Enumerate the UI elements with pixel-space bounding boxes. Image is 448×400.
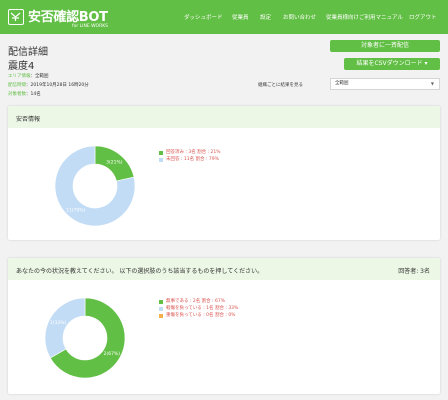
panel-header: あなたの今の状況を教えてください。 以下の選択肢のうち該当するものを押してくださ… xyxy=(8,258,440,280)
nav-dashboard[interactable]: ダッシュボード xyxy=(184,13,223,21)
donut-label-1: 11(79%) xyxy=(66,208,85,214)
donut-label-0: 3(21%) xyxy=(106,159,123,165)
status-donut-chart: 2(67%) 1(33%) xyxy=(44,297,126,379)
panel-title: あなたの今の状況を教えてください。 以下の選択肢のうち該当するものを押してくださ… xyxy=(16,268,264,275)
donut-slice-1 xyxy=(44,297,86,359)
legend-swatch xyxy=(159,306,163,311)
nav-settings[interactable]: 設定 xyxy=(260,13,271,21)
sort-label: 組織ごとに結果を見る xyxy=(258,83,303,88)
meta-date-value: ：2019年10月28日 16時20分 xyxy=(26,83,89,88)
legend-swatch xyxy=(159,157,163,162)
legend-item-unanswered: 未回答 : 11名 割合 : 79% xyxy=(159,156,221,163)
legend-swatch xyxy=(159,150,163,155)
nav-contact[interactable]: お問い合わせ xyxy=(283,13,316,21)
legend-item-answered: 回答済み : 3名 割合 : 21% xyxy=(159,149,221,156)
meta-target-label: 対象者数 xyxy=(8,92,26,97)
app-subtitle: for LINE WORKS xyxy=(72,24,109,29)
meta-area-label: エリア情報 xyxy=(8,74,31,79)
legend-label: 重傷を負っている : 0名 割合 : 0% xyxy=(166,313,236,318)
donut-label-1: 1(33%) xyxy=(50,320,67,326)
top-navbar: 安否確認BOT for LINE WORKS ダッシュボード 従業員 設定 お問… xyxy=(0,0,448,34)
legend-item-safe: 無事である : 2名 割合 : 67% xyxy=(159,298,238,305)
organization-select-value: 全範囲 xyxy=(335,81,349,86)
nav-logout[interactable]: ログアウト xyxy=(409,13,437,21)
safety-legend: 回答済み : 3名 割合 : 21% 未回答 : 11名 割合 : 79% xyxy=(159,149,221,163)
status-question-panel: あなたの今の状況を教えてください。 以下の選択肢のうち該当するものを押してくださ… xyxy=(8,258,440,394)
panel-title: 安否情報 xyxy=(16,116,41,123)
nav-manual[interactable]: 従業員様向けご利用マニュアル xyxy=(326,13,403,21)
app-title[interactable]: 安否確認BOT xyxy=(28,6,108,25)
status-legend: 無事である : 2名 割合 : 67% 軽傷を負っている : 1名 割合 : 3… xyxy=(159,298,238,319)
legend-label: 未回答 : 11名 割合 : 79% xyxy=(166,157,219,162)
legend-swatch xyxy=(159,299,163,304)
legend-label: 軽傷を負っている : 1名 割合 : 33% xyxy=(166,306,239,311)
safety-donut-chart: 3(21%) 11(79%) xyxy=(54,145,136,227)
panel-header: 安否情報 xyxy=(8,106,440,128)
legend-item-serious-injury: 重傷を負っている : 0名 割合 : 0% xyxy=(159,312,238,319)
meta-date-label: 配信時間 xyxy=(8,83,26,88)
meta-target-value: ：14名 xyxy=(26,92,41,97)
legend-label: 回答済み : 3名 割合 : 21% xyxy=(166,150,221,155)
organization-select[interactable]: 全範囲 ▼ xyxy=(330,78,440,90)
safety-info-panel: 安否情報 3(21%) 11(79%) 回答済み : 3名 割合 : 21% 未回… xyxy=(8,106,440,240)
meta-area-value: ：全範囲 xyxy=(30,74,49,79)
chevron-down-icon: ▼ xyxy=(430,81,434,86)
meta-area: エリア情報：全範囲 xyxy=(8,73,49,79)
meta-target: 対象者数：14名 xyxy=(8,91,41,97)
meta-date: 配信時間：2019年10月28日 16時20分 xyxy=(8,82,89,88)
csv-download-button[interactable]: 結果をCSVダウンロード ▾ xyxy=(344,58,440,70)
page-subtitle: 震度4 xyxy=(8,61,35,72)
donut-label-0: 2(67%) xyxy=(104,351,121,357)
page-title: 配信詳細 xyxy=(8,47,48,58)
legend-label: 無事である : 2名 割合 : 67% xyxy=(166,299,226,304)
logo-icon[interactable] xyxy=(8,9,24,25)
legend-item-minor-injury: 軽傷を負っている : 1名 割合 : 33% xyxy=(159,305,238,312)
respondent-count: 回答者: 3名 xyxy=(398,268,430,275)
resend-button[interactable]: 対象者に一斉配信 xyxy=(330,40,440,52)
legend-swatch xyxy=(159,313,163,318)
nav-employees[interactable]: 従業員 xyxy=(232,13,249,21)
